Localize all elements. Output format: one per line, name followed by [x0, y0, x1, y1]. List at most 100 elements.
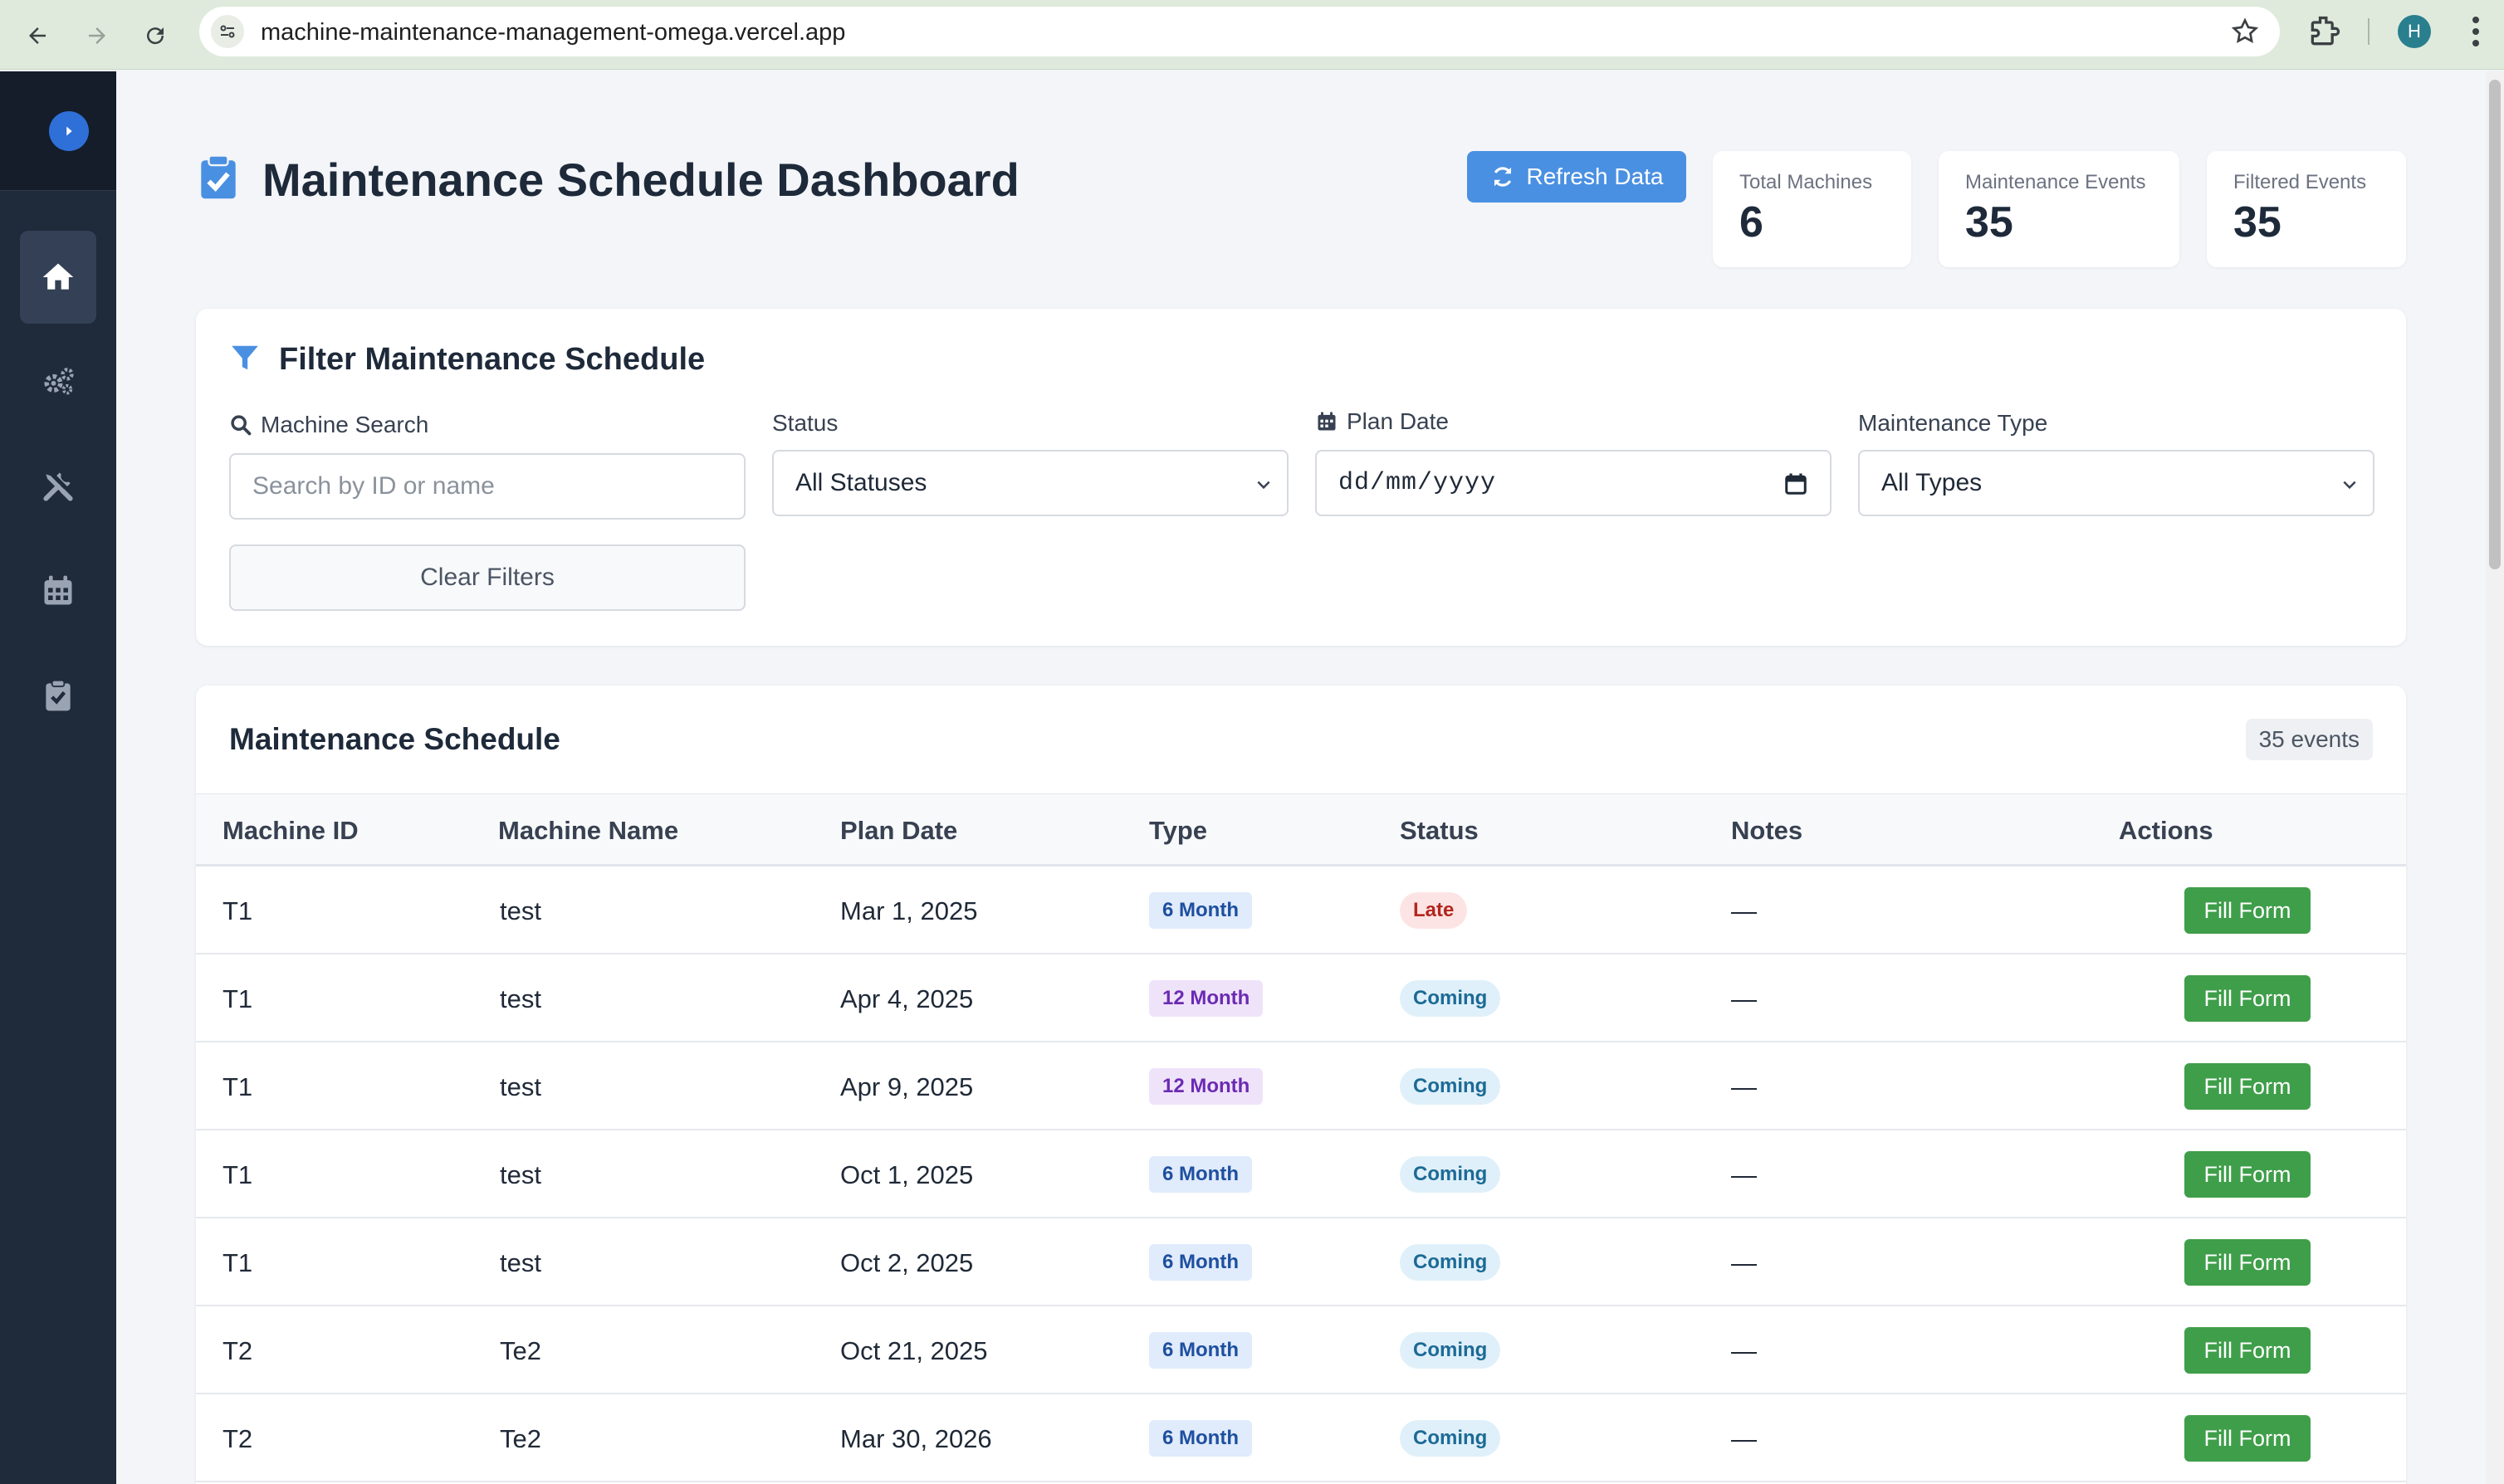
stat-label: Maintenance Events [1965, 171, 2146, 193]
table-row: T1 test Apr 4, 2025 12 Month Coming — Fill For… [196, 954, 2406, 1042]
status-select[interactable]: All Statuses [772, 450, 1289, 516]
status-label-text: Status [772, 410, 839, 436]
table-header: Machine ID Machine Name Plan Date Type S… [196, 793, 2406, 866]
machine-id-cell: T1 [223, 984, 253, 1013]
machine-name-cell: test [500, 1072, 541, 1101]
machine-name-cell: test [500, 984, 541, 1013]
site-info-icon[interactable] [211, 15, 244, 48]
notes-cell: — [1731, 1336, 1757, 1365]
type-badge: 6 Month [1149, 1420, 1252, 1457]
calendar-icon [44, 575, 72, 605]
column-header-machine-id[interactable]: Machine ID [223, 816, 359, 846]
plan-date-cell: Oct 1, 2025 [840, 1160, 974, 1189]
page-scrollbar[interactable] [2486, 71, 2504, 1484]
reload-icon[interactable] [134, 15, 176, 56]
table-row: T2 Te2 Mar 30, 2026 6 Month Coming — Fill Form [196, 1394, 2406, 1482]
machine-search-label: Machine Search [229, 412, 428, 438]
menu-kebab-icon[interactable] [2469, 15, 2482, 48]
extensions-icon[interactable] [2306, 13, 2343, 50]
machine-search-placeholder: Search by ID or name [252, 472, 495, 500]
sidebar-item-home[interactable] [20, 231, 96, 324]
sidebar-toggle-button[interactable] [49, 111, 89, 151]
schedule-title: Maintenance Schedule [229, 722, 560, 756]
sidebar [0, 71, 116, 1484]
table-row: T1 test Mar 1, 2025 6 Month Late — Fill Form [196, 866, 2406, 954]
sidebar-item-machines[interactable] [20, 335, 96, 428]
fill-form-button[interactable]: Fill Form [2184, 1327, 2311, 1374]
machine-name-cell: test [500, 1248, 541, 1277]
toolbar-divider [2368, 18, 2370, 45]
scrollbar-thumb[interactable] [2489, 80, 2501, 569]
status-badge: Coming [1400, 1332, 1501, 1369]
sidebar-item-calendar[interactable] [20, 544, 96, 637]
stat-label: Filtered Events [2233, 171, 2367, 193]
column-header-type[interactable]: Type [1149, 816, 1207, 846]
machine-name-cell: Te2 [500, 1424, 541, 1453]
date-picker-icon[interactable] [1783, 471, 1808, 496]
maintenance-type-select-value: All Types [1881, 469, 1983, 496]
column-header-machine-name[interactable]: Machine Name [498, 816, 678, 846]
machine-id-cell: T2 [223, 1336, 253, 1365]
plan-date-cell: Oct 2, 2025 [840, 1248, 974, 1277]
machine-search-input[interactable]: Search by ID or name [229, 453, 746, 520]
maintenance-type-select[interactable]: All Types [1858, 450, 2374, 516]
profile-avatar[interactable]: H [2398, 15, 2431, 48]
plan-date-label-text: Plan Date [1347, 408, 1449, 434]
stat-maintenance-events: Maintenance Events 35 [1939, 151, 2179, 267]
maintenance-type-label-text: Maintenance Type [1858, 410, 2048, 436]
filter-icon [232, 345, 258, 370]
sidebar-header [0, 71, 116, 191]
chevron-right-icon [66, 126, 72, 136]
plan-date-input[interactable]: dd/mm/yyyy [1315, 450, 1832, 516]
clear-filters-button[interactable]: Clear Filters [229, 544, 746, 611]
bookmark-star-icon[interactable] [2230, 17, 2260, 46]
status-badge: Coming [1400, 1156, 1501, 1193]
column-header-status[interactable]: Status [1400, 816, 1479, 846]
plan-date-cell: Oct 21, 2025 [840, 1336, 988, 1365]
status-badge: Coming [1400, 980, 1501, 1017]
sidebar-item-maintenance[interactable] [20, 440, 96, 533]
machine-id-cell: T1 [223, 1072, 253, 1101]
back-icon[interactable] [17, 15, 58, 56]
refresh-data-button[interactable]: Refresh Data [1467, 151, 1686, 203]
fill-form-button[interactable]: Fill Form [2184, 1063, 2311, 1110]
browser-toolbar: machine-maintenance-management-omega.ver… [0, 0, 2504, 70]
tools-icon [43, 472, 73, 501]
plan-date-cell: Apr 9, 2025 [840, 1072, 974, 1101]
machine-search-label-text: Machine Search [261, 412, 429, 437]
type-badge: 12 Month [1149, 1068, 1264, 1105]
forward-icon[interactable] [76, 15, 118, 56]
refresh-icon [1494, 167, 1511, 187]
type-badge: 12 Month [1149, 980, 1264, 1017]
notes-cell: — [1731, 984, 1757, 1013]
address-bar[interactable]: machine-maintenance-management-omega.ver… [199, 7, 2280, 56]
fill-form-button[interactable]: Fill Form [2184, 887, 2311, 934]
column-header-actions: Actions [2119, 816, 2213, 845]
notes-cell: — [1731, 1160, 1757, 1189]
type-badge: 6 Month [1149, 1332, 1252, 1369]
table-row: T1 test Oct 1, 2025 6 Month Coming — Fill Form [196, 1130, 2406, 1218]
fill-form-button[interactable]: Fill Form [2184, 975, 2311, 1022]
clipboard-check-icon [201, 154, 236, 199]
machine-name-cell: Te2 [500, 1336, 541, 1365]
status-badge: Coming [1400, 1420, 1501, 1457]
machine-id-cell: T1 [223, 1248, 253, 1277]
table-row: T1 test Apr 9, 2025 12 Month Coming — Fill For… [196, 1042, 2406, 1130]
plan-date-cell: Mar 1, 2025 [840, 896, 978, 925]
sidebar-item-checklist[interactable] [20, 649, 96, 742]
status-select-value: All Statuses [795, 469, 927, 496]
type-badge: 6 Month [1149, 892, 1252, 929]
fill-form-button[interactable]: Fill Form [2184, 1239, 2311, 1286]
status-badge: Coming [1400, 1068, 1501, 1105]
status-badge: Late [1400, 892, 1468, 929]
machine-id-cell: T2 [223, 1424, 253, 1453]
refresh-data-label: Refresh Data [1526, 164, 1664, 189]
stat-total-machines: Total Machines 6 [1713, 151, 1911, 267]
url-text: machine-maintenance-management-omega.ver… [261, 19, 846, 46]
table-row: T2 Te2 Oct 21, 2025 6 Month Coming — Fill Form [196, 1306, 2406, 1394]
fill-form-button[interactable]: Fill Form [2184, 1151, 2311, 1198]
column-header-notes[interactable]: Notes [1731, 816, 1802, 846]
fill-form-button[interactable]: Fill Form [2184, 1415, 2311, 1462]
chevron-down-icon [1257, 481, 1270, 490]
column-header-plan-date[interactable]: Plan Date [840, 816, 957, 846]
